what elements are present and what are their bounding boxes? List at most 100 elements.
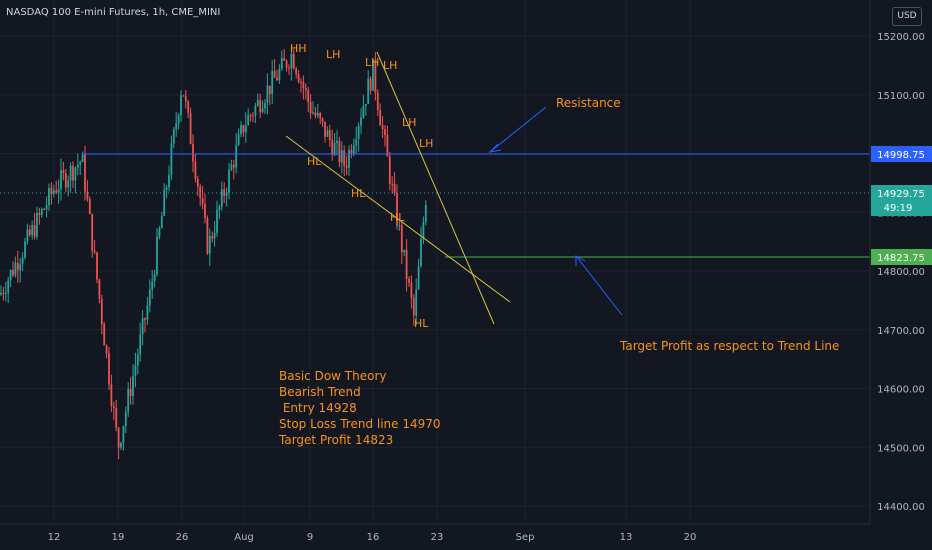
candle-body [290,53,293,69]
candle-body [415,289,418,316]
candle-body [276,77,278,81]
candle-body [343,150,346,166]
candle-body [345,165,348,168]
candle-body [259,100,262,113]
swing-label: LH [383,59,397,72]
candle-body [266,85,269,103]
candle-body [319,113,322,119]
candle-body [177,115,180,124]
candle-body [424,204,427,223]
strategy-line: Target Profit 14823 [278,433,393,447]
candle-body [98,279,101,299]
candle-body [244,125,247,133]
candle-body [189,112,192,144]
candle-body [84,154,86,192]
candle-body [312,112,314,114]
candle-body [422,222,425,240]
candle-body [364,104,367,106]
swing-label: LH [419,137,433,150]
candle-body [36,213,38,237]
price-axis-ticks: 14400.00 14500.00 14600.00 14700.00 14800.00… [877,32,925,513]
candle-body [264,102,266,109]
annotations: HH LH LH LH LH LH HL HL HL HL Resistance… [278,42,839,447]
candle-body [110,384,113,407]
candles [0,46,427,460]
candle-body [2,292,5,294]
candle-body [398,225,401,227]
candle-body [81,154,84,162]
candle-body [26,229,29,242]
candle-body [14,262,17,276]
candle-body [261,108,264,113]
time-axis-ticks: 12 19 26 Aug 9 16 23 Sep 13 20 [48,532,697,543]
time-tick-label: 19 [112,532,125,543]
candle-body [69,165,72,181]
candle-body [168,175,170,188]
candle-body [237,134,240,145]
candle-body [100,298,103,325]
symbol-title[interactable]: NASDAQ 100 E-mini Futures, 1h, CME_MINI [6,7,220,18]
candle-body [220,189,223,207]
target-price-label: 14823.75 [877,253,925,264]
candle-body [31,225,34,236]
resistance-arrow [489,106,547,153]
swing-label: HL [414,317,429,330]
candle-body [316,113,319,116]
drawing-lines [0,51,870,325]
candle-body [400,225,403,253]
currency-button[interactable]: USD [892,7,922,26]
swing-label: HL [351,187,366,200]
current-price-label: 14929.75 [877,189,925,200]
time-tick-label: 23 [431,532,444,543]
candle-body [288,67,290,69]
candle-body [64,173,67,188]
candle-body [163,189,166,216]
candle-body [302,82,305,89]
price-chart[interactable]: HH LH LH LH LH LH HL HL HL HL Resistance… [0,0,932,550]
candle-body [252,115,254,117]
candle-body [156,236,158,275]
candle-body [367,78,370,105]
candle-body [12,270,14,276]
candle-body [7,280,10,294]
price-tick-label: 14400.00 [877,502,925,513]
swing-label: LH [326,48,340,61]
candle-body [391,183,394,185]
time-tick-label: 12 [48,532,61,543]
price-tick-label: 14800.00 [877,267,925,278]
time-tick-label: 20 [684,532,697,543]
candle-body [144,318,146,320]
candle-body [120,442,122,448]
candle-body [420,239,422,267]
candle-body [206,218,209,254]
swing-label: LH [365,56,379,69]
candle-body [228,169,230,193]
candle-body [108,353,110,385]
candle-body [132,375,134,397]
target-profit-note: Target Profit as respect to Trend Line [619,339,839,353]
candle-body [180,95,182,116]
price-tick-label: 15200.00 [877,32,925,43]
candle-body [158,228,161,237]
candle-body [249,115,252,117]
candle-body [333,143,336,156]
candle-body [403,249,406,253]
swing-label: HL [390,211,405,224]
candle-body [326,130,329,137]
resistance-price-label: 14998.75 [877,150,925,161]
strategy-line: Stop Loss Trend line 14970 [279,417,441,431]
candle-body [213,232,216,239]
resistance-note: Resistance [556,96,621,110]
candle-body [194,161,197,179]
candle-body [129,389,132,397]
candle-body [283,58,286,61]
candle-body [280,58,283,70]
price-tick-label: 14700.00 [877,326,925,337]
candle-body [405,249,408,279]
candle-body [93,250,96,253]
candle-body [9,270,12,281]
price-tick-label: 14500.00 [877,443,925,454]
candle-body [91,213,94,251]
candle-body [38,213,41,215]
candle-body [115,408,118,428]
